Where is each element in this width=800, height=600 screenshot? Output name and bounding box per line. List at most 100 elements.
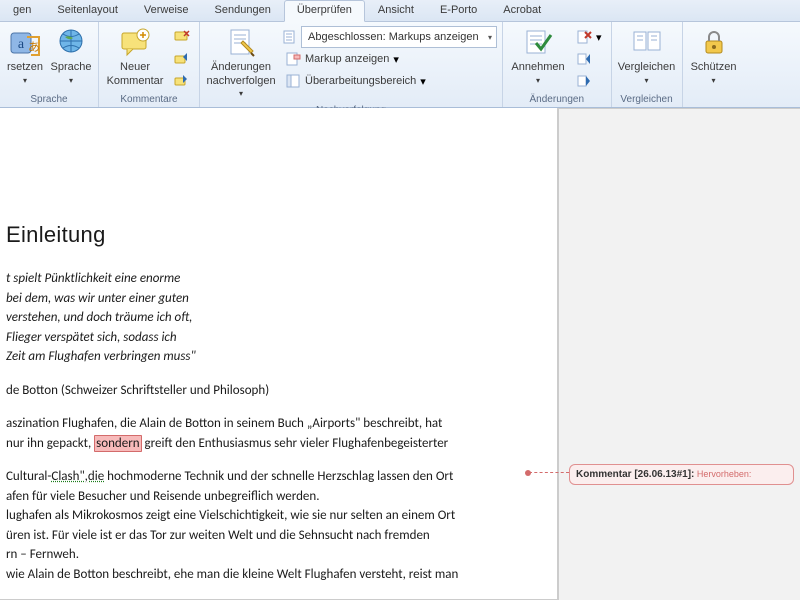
body-text: rn – Fernweh. [6, 547, 79, 562]
tab-seitenlayout[interactable]: Seitenlayout [44, 0, 131, 21]
new-comment-button[interactable]: Neuer Kommentar [103, 24, 167, 90]
lock-icon [698, 27, 730, 59]
show-markup-label: Markup anzeigen [305, 53, 389, 65]
accept-label: Annehmen [511, 61, 564, 73]
document-page[interactable]: Einleitung t spielt Pünktlichkeit eine e… [0, 108, 558, 600]
body-text: aszination Flughafen, die Alain de Botto… [6, 416, 442, 431]
tab-ansicht[interactable]: Ansicht [365, 0, 427, 21]
compare-button[interactable]: Vergleichen ▾ [616, 24, 678, 90]
compare-label: Vergleichen [618, 61, 676, 73]
prev-comment-icon [174, 51, 190, 67]
compare-icon [631, 27, 663, 59]
body-text: bei dem, was wir unter einer guten [6, 291, 189, 306]
reject-icon [576, 29, 592, 45]
dropdown-arrow-icon: ▾ [596, 31, 602, 44]
group-aenderungen: Annehmen ▾ ▾ Änderungen [503, 22, 612, 107]
next-change-button[interactable] [571, 70, 607, 92]
display-for-review-value: Abgeschlossen: Markups anzeigen [308, 31, 482, 43]
display-for-review-combo-wrap: Abgeschlossen: Markups anzeigen ▾ [280, 26, 498, 48]
translate-label: rsetzen [7, 61, 43, 73]
new-comment-label-2: Kommentar [107, 75, 164, 87]
next-change-icon [576, 73, 592, 89]
svg-text:あ: あ [28, 40, 40, 54]
reviewing-pane-icon [285, 73, 301, 89]
group-kommentare: Neuer Kommentar Kommentare [99, 22, 200, 107]
group-label-kommentare: Kommentare [103, 92, 195, 107]
body-text: hochmoderne Technik und der schnelle Her… [104, 469, 453, 484]
document-icon [281, 29, 297, 45]
highlighted-text: sondern [94, 435, 141, 452]
accept-button[interactable]: Annehmen ▾ [507, 24, 569, 90]
accept-icon [522, 27, 554, 59]
track-changes-icon [225, 27, 257, 59]
group-sprache: aあ rsetzen ▾ Sprache ▾ Sprache [0, 22, 99, 107]
body-text: verstehen, und doch träume ich oft, [6, 310, 192, 325]
show-markup-button[interactable]: Markup anzeigen ▾ [280, 48, 498, 70]
track-changes-button[interactable]: Änderungen nachverfolgen ▾ [204, 24, 278, 103]
new-comment-icon [119, 27, 151, 59]
display-for-review-combo[interactable]: Abgeschlossen: Markups anzeigen ▾ [301, 26, 497, 48]
dropdown-arrow-icon: ▾ [23, 75, 27, 87]
translate-button[interactable]: aあ rsetzen ▾ [4, 24, 46, 90]
delete-comment-icon [174, 29, 190, 45]
reject-button[interactable]: ▾ [571, 26, 607, 48]
body-text: greift den Enthusiasmus sehr vieler Flug… [142, 436, 449, 451]
comment-balloon[interactable]: Kommentar [26.06.13#1]: Hervorheben: [569, 464, 794, 485]
tab-eporto[interactable]: E-Porto [427, 0, 490, 21]
grammar-marked-text: Clash",die [51, 469, 104, 484]
dropdown-arrow-icon: ▾ [239, 89, 243, 98]
dropdown-arrow-icon: ▾ [536, 75, 540, 87]
body-text: lughafen als Mikrokosmos zeigt eine Viel… [6, 508, 455, 523]
translate-icon: aあ [9, 27, 41, 59]
comment-leader-line [529, 472, 569, 473]
group-label-vergleichen: Vergleichen [616, 92, 678, 107]
svg-text:a: a [18, 37, 25, 52]
prev-change-icon [576, 51, 592, 67]
prev-comment-button[interactable] [169, 48, 195, 70]
body-text: afen für viele Besucher und Reisende unb… [6, 489, 320, 504]
protect-label: Schützen [691, 61, 737, 73]
tab-verweise[interactable]: Verweise [131, 0, 202, 21]
dropdown-arrow-icon: ▾ [420, 75, 426, 88]
tab-truncated[interactable]: gen [0, 0, 44, 21]
protect-button[interactable]: Schützen ▾ [687, 24, 741, 90]
body-text: de Botton (Schweizer Schriftsteller und … [6, 381, 529, 401]
body-text: wie Alain de Botton beschreibt, ehe man … [6, 565, 529, 585]
markup-margin: Kommentar [26.06.13#1]: Hervorheben: [558, 108, 800, 600]
dropdown-arrow-icon: ▾ [486, 33, 494, 42]
group-vergleichen: Vergleichen ▾ Vergleichen [612, 22, 683, 107]
tab-ueberpruefen[interactable]: Überprüfen [284, 0, 365, 22]
body-text: Zeit am Flughafen verbringen muss" [6, 349, 196, 364]
next-comment-button[interactable] [169, 70, 195, 92]
prev-change-button[interactable] [571, 48, 607, 70]
heading-einleitung: Einleitung [6, 218, 529, 251]
group-schuetzen: Schützen ▾ [683, 22, 745, 107]
body-text: Flieger verspätet sich, sodass ich [6, 330, 177, 345]
dropdown-arrow-icon: ▾ [712, 75, 716, 87]
body-text: t spielt Pünktlichkeit eine enorme [6, 271, 180, 286]
dropdown-arrow-icon: ▾ [69, 75, 73, 87]
document-area: Einleitung t spielt Pünktlichkeit eine e… [0, 108, 800, 600]
next-comment-icon [174, 73, 190, 89]
delete-comment-button[interactable] [169, 26, 195, 48]
comment-label: Kommentar [26.06.13#1]: [576, 469, 694, 480]
comment-body: Hervorheben: [694, 469, 751, 479]
group-label-aenderungen: Änderungen [507, 92, 607, 107]
reviewing-pane-label: Überarbeitungsbereich [305, 75, 416, 87]
group-nachverfolgung: Änderungen nachverfolgen ▾ Abgeschlossen… [200, 22, 503, 107]
globe-icon [55, 27, 87, 59]
show-markup-icon [285, 51, 301, 67]
track-changes-label-1: Änderungen [211, 61, 271, 73]
tab-acrobat[interactable]: Acrobat [490, 0, 554, 21]
track-changes-label-2: nachverfolgen [206, 75, 275, 87]
tab-sendungen[interactable]: Sendungen [202, 0, 284, 21]
dropdown-arrow-icon: ▾ [645, 75, 649, 87]
ribbon: aあ rsetzen ▾ Sprache ▾ Sprache Neuer [0, 22, 800, 108]
language-label: Sprache [51, 61, 92, 73]
body-text: Cultural- [6, 469, 51, 484]
ribbon-tabs: gen Seitenlayout Verweise Sendungen Über… [0, 0, 800, 22]
new-comment-label-1: Neuer [120, 61, 150, 73]
body-text: nur ihn gepackt, [6, 436, 94, 451]
reviewing-pane-button[interactable]: Überarbeitungsbereich ▾ [280, 70, 498, 92]
language-button[interactable]: Sprache ▾ [48, 24, 94, 90]
